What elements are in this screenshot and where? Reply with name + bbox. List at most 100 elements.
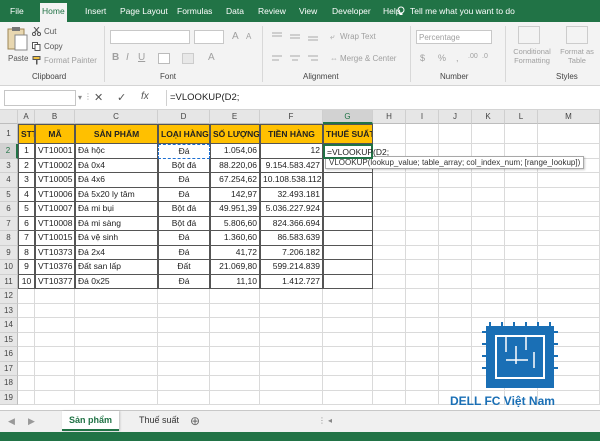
- empty-cell[interactable]: [373, 289, 406, 304]
- borders-icon[interactable]: [158, 53, 170, 64]
- empty-cell[interactable]: [210, 289, 260, 304]
- empty-cell[interactable]: [505, 245, 538, 260]
- empty-cell[interactable]: [35, 318, 75, 333]
- empty-cell[interactable]: [373, 231, 406, 246]
- empty-cell[interactable]: [406, 245, 439, 260]
- empty-cell[interactable]: [18, 303, 35, 318]
- row-header[interactable]: 16: [0, 347, 18, 362]
- sheet-tab-thue-suat[interactable]: Thuế suất: [132, 411, 186, 431]
- table-cell[interactable]: VT10002: [35, 158, 75, 173]
- row-header[interactable]: 14: [0, 318, 18, 333]
- table-header-cell[interactable]: SỐ LƯỢNG: [210, 124, 260, 144]
- empty-cell[interactable]: [406, 274, 439, 289]
- table-header-cell[interactable]: THUẾ SUẤT: [323, 124, 373, 144]
- empty-cell[interactable]: [439, 274, 472, 289]
- empty-cell[interactable]: [210, 318, 260, 333]
- empty-cell[interactable]: [505, 274, 538, 289]
- cancel-icon[interactable]: ✕: [94, 91, 103, 104]
- table-cell[interactable]: 1.360,60: [210, 231, 260, 246]
- font-size-dropdown[interactable]: [194, 30, 224, 44]
- table-cell[interactable]: VT10373: [35, 245, 75, 260]
- empty-cell[interactable]: [439, 173, 472, 188]
- scroll-sheets-left-icon[interactable]: ◀: [8, 416, 15, 427]
- empty-cell[interactable]: [323, 318, 373, 333]
- table-cell[interactable]: Đá: [158, 274, 210, 289]
- table-cell[interactable]: 5: [18, 202, 35, 217]
- table-cell[interactable]: 86.583.639: [260, 231, 323, 246]
- table-cell[interactable]: 824.366.694: [260, 216, 323, 231]
- table-cell[interactable]: Đá vệ sinh: [75, 231, 158, 246]
- table-cell[interactable]: VT10377: [35, 274, 75, 289]
- table-cell[interactable]: Đá hộc: [75, 144, 158, 159]
- table-cell[interactable]: 32.493.181: [260, 187, 323, 202]
- table-cell[interactable]: 1.412.727: [260, 274, 323, 289]
- bold-icon[interactable]: B: [112, 52, 119, 63]
- empty-cell[interactable]: [472, 274, 505, 289]
- fill-color-icon[interactable]: [182, 53, 194, 64]
- empty-cell[interactable]: [472, 216, 505, 231]
- empty-cell[interactable]: [35, 361, 75, 376]
- table-cell[interactable]: Đá: [158, 245, 210, 260]
- add-sheet-icon[interactable]: ⊕: [190, 414, 200, 428]
- increase-font-size-icon[interactable]: A: [232, 31, 239, 42]
- tell-me-search[interactable]: Tell me what you want to do: [410, 4, 515, 18]
- table-cell[interactable]: 2: [18, 158, 35, 173]
- empty-cell[interactable]: [158, 347, 210, 362]
- empty-cell[interactable]: [373, 361, 406, 376]
- row-header[interactable]: 5: [0, 187, 18, 202]
- empty-cell[interactable]: [538, 231, 600, 246]
- empty-cell[interactable]: [406, 173, 439, 188]
- empty-cell[interactable]: [439, 347, 472, 362]
- empty-cell[interactable]: [323, 347, 373, 362]
- empty-cell[interactable]: [472, 260, 505, 275]
- column-header[interactable]: K: [472, 110, 505, 124]
- empty-cell[interactable]: [406, 187, 439, 202]
- empty-cell[interactable]: [538, 303, 600, 318]
- tab-home[interactable]: Home: [40, 3, 67, 22]
- row-header[interactable]: 6: [0, 202, 18, 217]
- empty-cell[interactable]: [439, 332, 472, 347]
- paste-icon[interactable]: [6, 26, 28, 52]
- table-cell[interactable]: Đá: [158, 173, 210, 188]
- row-header[interactable]: 17: [0, 361, 18, 376]
- empty-cell[interactable]: [323, 303, 373, 318]
- empty-cell[interactable]: [406, 289, 439, 304]
- empty-cell[interactable]: [260, 376, 323, 391]
- table-cell[interactable]: VT10001: [35, 144, 75, 159]
- empty-cell[interactable]: [538, 124, 600, 144]
- empty-cell[interactable]: [439, 260, 472, 275]
- empty-cell[interactable]: [35, 332, 75, 347]
- decrease-decimal-icon[interactable]: .0: [482, 53, 488, 60]
- empty-cell[interactable]: [538, 187, 600, 202]
- table-cell[interactable]: Đá 4x6: [75, 173, 158, 188]
- vertical-align-icon[interactable]: [270, 30, 324, 42]
- empty-cell[interactable]: [323, 390, 373, 405]
- table-cell[interactable]: 1: [18, 144, 35, 159]
- empty-cell[interactable]: [406, 347, 439, 362]
- empty-cell[interactable]: [538, 289, 600, 304]
- empty-cell[interactable]: [406, 390, 439, 405]
- column-header[interactable]: M: [538, 110, 600, 124]
- empty-cell[interactable]: [158, 289, 210, 304]
- empty-cell[interactable]: [323, 376, 373, 391]
- empty-cell[interactable]: [406, 216, 439, 231]
- table-cell[interactable]: VT10015: [35, 231, 75, 246]
- empty-cell[interactable]: [373, 274, 406, 289]
- empty-cell[interactable]: [406, 361, 439, 376]
- column-header[interactable]: H: [373, 110, 406, 124]
- row-header[interactable]: 8: [0, 231, 18, 246]
- empty-cell[interactable]: [18, 390, 35, 405]
- column-header[interactable]: G: [323, 110, 373, 124]
- empty-cell[interactable]: [210, 332, 260, 347]
- scroll-left-icon[interactable]: ◂: [328, 416, 332, 425]
- column-header[interactable]: B: [35, 110, 75, 124]
- empty-cell[interactable]: [75, 289, 158, 304]
- empty-cell[interactable]: [439, 361, 472, 376]
- empty-cell[interactable]: [18, 332, 35, 347]
- empty-cell[interactable]: [260, 361, 323, 376]
- conditional-formatting-button[interactable]: Conditional Formatting: [510, 47, 554, 65]
- empty-cell[interactable]: [373, 332, 406, 347]
- table-cell[interactable]: 88.220,06: [210, 158, 260, 173]
- empty-cell[interactable]: [538, 216, 600, 231]
- empty-cell[interactable]: [373, 202, 406, 217]
